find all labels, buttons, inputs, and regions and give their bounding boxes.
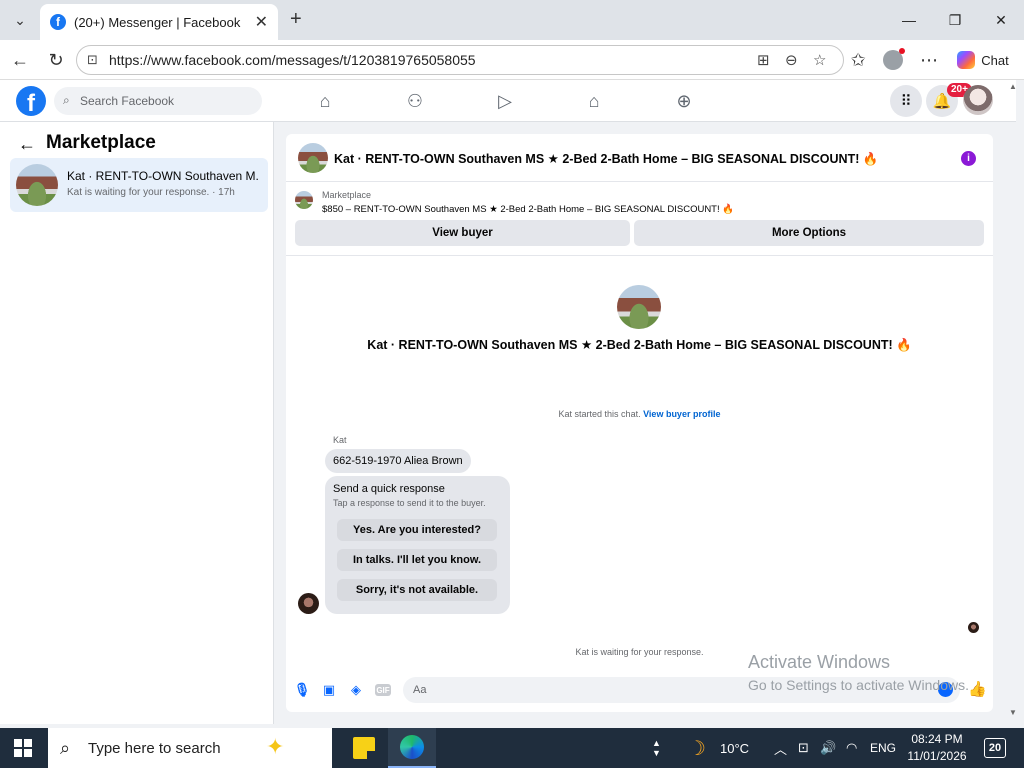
marketplace-listing-bar: Marketplace $850 – RENT-TO-OWN Southaven… <box>286 182 993 256</box>
clock-date: 11/01/2026 <box>907 749 967 763</box>
taskbar-clock[interactable]: 08:24 PM 11/01/2026 <box>904 731 970 765</box>
facebook-search-input[interactable]: ⌕ Search Facebook <box>54 87 262 115</box>
chat-label: Chat <box>981 52 1009 68</box>
chat-started-note: Kat started this chat. View buyer profil… <box>286 409 993 419</box>
url-field[interactable]: ⊡ https://www.facebook.com/messages/t/12… <box>76 45 844 75</box>
weather-moon-icon[interactable]: ☽ <box>688 728 706 768</box>
listing-mini-thumbnail <box>295 191 313 209</box>
chat-header-title[interactable]: Kat · RENT-TO-OWN Southaven MS ★ 2-Bed 2… <box>334 151 878 167</box>
chat-header: Kat · RENT-TO-OWN Southaven MS ★ 2-Bed 2… <box>286 134 993 182</box>
listing-avatar[interactable] <box>298 143 328 173</box>
minimize-icon[interactable]: — <box>886 0 932 40</box>
close-window-icon[interactable]: ✕ <box>978 0 1024 40</box>
marketplace-icon[interactable]: ⌂ <box>582 90 606 112</box>
conversation-name: Kat · RENT-TO-OWN Southaven M... <box>67 169 259 183</box>
back-arrow-icon[interactable]: ← <box>8 48 32 72</box>
restore-icon[interactable]: ❐ <box>932 0 978 40</box>
chat-panel: Kat · RENT-TO-OWN Southaven MS ★ 2-Bed 2… <box>286 134 993 712</box>
taskbar-search-placeholder: Type here to search <box>88 739 221 757</box>
search-icon: ⌕ <box>63 93 70 107</box>
sidebar-title: Marketplace <box>46 132 156 153</box>
wifi-icon[interactable]: ◠ <box>846 728 857 768</box>
tab-title: (20+) Messenger | Facebook <box>74 14 241 30</box>
view-buyer-profile-link[interactable]: View buyer profile <box>643 409 720 419</box>
quick-response-subtitle: Tap a response to send it to the buyer. <box>333 498 486 508</box>
close-tab-icon[interactable]: ✕ <box>255 12 268 32</box>
more-options-button[interactable]: More Options <box>634 220 984 246</box>
edge-app-icon[interactable] <box>388 728 436 768</box>
quick-response-option[interactable]: Sorry, it's not available. <box>337 579 497 601</box>
volume-icon[interactable]: 🔊 <box>820 728 836 768</box>
tab-list-chevron-icon[interactable]: ⌄ <box>8 8 32 32</box>
view-buyer-button[interactable]: View buyer <box>295 220 630 246</box>
account-avatar[interactable] <box>963 85 993 115</box>
quick-response-card: Send a quick response Tap a response to … <box>325 476 510 614</box>
address-toolbar: ← ↻ ⊡ https://www.facebook.com/messages/… <box>0 40 1024 80</box>
show-hidden-icons-chevron-icon[interactable]: ︿ <box>774 728 787 768</box>
sticker-icon[interactable]: ◈ <box>348 682 364 698</box>
video-icon[interactable]: ▷ <box>493 90 517 112</box>
meet-now-icon[interactable]: ⊡ <box>798 728 809 768</box>
like-thumb-icon[interactable]: 👍 <box>968 680 987 698</box>
browser-tab-bar: ⌄ f (20+) Messenger | Facebook ✕ + — ❐ ✕ <box>0 0 1024 40</box>
refresh-icon[interactable]: ↻ <box>44 48 68 72</box>
listing-thumbnail <box>16 164 58 206</box>
facebook-favicon-icon: f <box>50 14 66 30</box>
site-info-icon[interactable]: ⊡ <box>87 52 98 68</box>
facebook-logo-icon[interactable]: f <box>16 86 46 116</box>
read-receipt-avatar <box>968 622 979 633</box>
friends-icon[interactable]: ⚇ <box>403 90 427 112</box>
windows-taskbar: ⌕ Type here to search ✦ ▲ ▼ ☽ 10°C ︿ ⊡ 🔊 … <box>0 728 1024 768</box>
listing-title[interactable]: $850 – RENT-TO-OWN Southaven MS ★ 2-Bed … <box>322 204 734 215</box>
url-text: https://www.facebook.com/messages/t/1203… <box>109 52 476 68</box>
profile-avatar-icon[interactable] <box>881 48 905 72</box>
marketplace-label: Marketplace <box>322 190 372 200</box>
copilot-icon <box>957 51 976 69</box>
chat-intro-title: Kat · RENT-TO-OWN Southaven MS ★ 2-Bed 2… <box>367 338 912 352</box>
photo-icon[interactable]: ▣ <box>321 682 337 698</box>
scroll-down-arrow-icon[interactable]: ▼ <box>1009 708 1017 717</box>
language-indicator[interactable]: ENG <box>870 728 896 768</box>
browser-tab-messenger[interactable]: f (20+) Messenger | Facebook ✕ <box>40 4 278 40</box>
quick-response-option[interactable]: Yes. Are you interested? <box>337 519 497 541</box>
taskbar-search-box[interactable]: ⌕ Type here to search ✦ <box>48 728 332 768</box>
message-bubble: 662-519-1970 Aliea Brown <box>325 449 471 473</box>
clock-time: 08:24 PM <box>911 732 963 746</box>
sparkle-icon: ✦ <box>266 734 285 759</box>
tray-overflow-icon[interactable]: ▲ ▼ <box>652 728 661 768</box>
conversation-item[interactable]: Kat · RENT-TO-OWN Southaven M... Kat is … <box>10 158 268 212</box>
started-text: Kat started this chat. <box>558 409 641 419</box>
back-arrow-icon[interactable]: ← <box>18 134 36 155</box>
home-icon[interactable]: ⌂ <box>313 90 337 112</box>
temperature-text[interactable]: 10°C <box>720 728 749 768</box>
app-available-icon[interactable]: ⊞ <box>757 51 770 69</box>
sender-avatar[interactable] <box>298 593 319 614</box>
sticky-notes-app-icon[interactable] <box>340 728 388 768</box>
more-menu-icon[interactable]: ⋯ <box>917 48 941 72</box>
listing-large-avatar <box>617 285 661 329</box>
marketplace-sidebar: ← Marketplace Kat · RENT-TO-OWN Southave… <box>0 122 274 724</box>
scroll-up-arrow-icon[interactable]: ▲ <box>1009 82 1017 91</box>
gaming-icon[interactable]: ⊕ <box>672 90 696 112</box>
quick-response-option[interactable]: In talks. I'll let you know. <box>337 549 497 571</box>
menu-grid-icon[interactable]: ⠿ <box>890 85 922 117</box>
copilot-chat-button[interactable]: Chat <box>948 45 1018 75</box>
new-tab-plus-icon[interactable]: + <box>290 8 302 31</box>
conversation-preview: Kat is waiting for your response. · 17h <box>67 187 235 198</box>
search-placeholder: Search Facebook <box>80 94 175 108</box>
info-icon[interactable]: i <box>961 151 976 166</box>
favorite-star-icon[interactable]: ☆ <box>813 51 826 69</box>
zoom-icon[interactable]: ⊖ <box>785 51 798 69</box>
favorites-icon[interactable]: ✩ <box>846 48 870 72</box>
activate-windows-title: Activate Windows <box>748 652 891 672</box>
windows-start-icon[interactable] <box>14 739 32 757</box>
quick-response-title: Send a quick response <box>333 483 445 495</box>
microphone-icon[interactable]: 🎙 <box>294 682 311 698</box>
facebook-header: f ⌕ Search Facebook ⌂ ⚇ ▷ ⌂ ⊕ ⠿ 🔔 20+ <box>0 80 1016 122</box>
search-icon: ⌕ <box>60 738 71 758</box>
activate-windows-subtitle: Go to Settings to activate Windows. <box>748 677 969 693</box>
sender-name: Kat <box>333 435 347 445</box>
gif-icon[interactable]: GIF <box>375 684 391 696</box>
notification-center-icon[interactable]: 20 <box>984 738 1006 758</box>
